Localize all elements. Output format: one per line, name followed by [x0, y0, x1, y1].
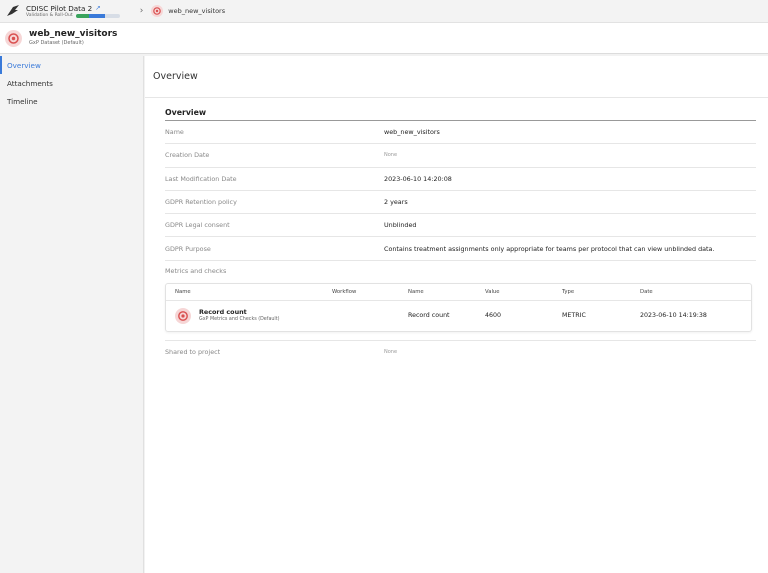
field-value: Unblinded	[384, 221, 417, 230]
field-value: 2 years	[384, 198, 408, 207]
breadcrumb-dataset[interactable]: web_new_visitors	[168, 7, 225, 15]
metric-name-value: Record count	[408, 312, 450, 320]
field-row-retention-policy: GDPR Retention policy 2 years	[165, 191, 756, 215]
field-label: Shared to project	[165, 347, 221, 356]
main-title: Overview	[145, 56, 768, 98]
dataset-icon	[151, 5, 164, 17]
metric-date: 2023-06-10 14:19:38	[640, 312, 707, 320]
project-subtitle: Validation & Roll-Out	[26, 12, 73, 18]
field-row-purpose: GDPR Purpose Contains treatment assignme…	[165, 237, 756, 261]
metric-subtitle: GxP Metrics and Checks (Default)	[199, 317, 280, 323]
sidebar-item-overview[interactable]: Overview	[0, 56, 143, 74]
field-label: Name	[165, 128, 184, 137]
metric-icon	[175, 307, 191, 324]
metrics-table: Name Workflow Name Value Type Date Recor…	[165, 282, 752, 332]
main-content: Overview Overview Name web_new_visitors …	[145, 56, 768, 573]
chevron-right-icon: ›	[139, 6, 144, 16]
column-header-name[interactable]: Name	[166, 289, 332, 295]
field-value: None	[384, 152, 398, 159]
metrics-label: Metrics and checks	[165, 266, 227, 275]
page-subtitle: GxP Dataset (Default)	[29, 40, 84, 46]
dataset-icon	[5, 29, 22, 47]
page-title: web_new_visitors	[29, 29, 118, 39]
app-logo-icon	[7, 5, 19, 16]
section-title: Overview	[165, 104, 756, 121]
column-header-date[interactable]: Date	[640, 289, 751, 295]
table-row[interactable]: Record count GxP Metrics and Checks (Def…	[166, 301, 751, 331]
field-row-shared-to-project: Shared to project None	[165, 339, 756, 363]
field-value: web_new_visitors	[384, 128, 440, 137]
field-row-legal-consent: GDPR Legal consent Unblinded	[165, 214, 756, 238]
column-header-type[interactable]: Type	[562, 289, 640, 295]
field-label: Creation Date	[165, 151, 210, 160]
overview-section: Overview Name web_new_visitors Creation …	[165, 104, 756, 363]
sidebar-item-attachments[interactable]: Attachments	[0, 74, 143, 92]
field-label: GDPR Legal consent	[165, 221, 230, 230]
field-row-creation-date: Creation Date None	[165, 144, 756, 168]
metric-title[interactable]: Record count	[199, 308, 280, 316]
field-row-name: Name web_new_visitors	[165, 121, 756, 145]
field-value: None	[384, 348, 398, 355]
column-header-workflow[interactable]: Workflow	[332, 289, 408, 295]
page-header: web_new_visitors GxP Dataset (Default)	[0, 23, 768, 54]
metric-name-cell: Record count GxP Metrics and Checks (Def…	[166, 307, 408, 324]
column-header-metric-name[interactable]: Name	[408, 289, 485, 295]
field-row-last-modification: Last Modification Date 2023-06-10 14:20:…	[165, 168, 756, 191]
sidebar-item-timeline[interactable]: Timeline	[0, 92, 143, 110]
project-title: CDISC Pilot Data 2	[26, 3, 93, 13]
metric-type: METRIC	[562, 312, 586, 320]
metric-value: 4600	[485, 312, 502, 320]
top-bar: CDISC Pilot Data 2 ↗ Validation & Roll-O…	[0, 0, 768, 23]
field-label: GDPR Retention policy	[165, 198, 237, 207]
metrics-table-header: Name Workflow Name Value Type Date	[166, 284, 751, 301]
sidebar: Overview Attachments Timeline	[0, 56, 144, 573]
field-label: GDPR Purpose	[165, 244, 211, 253]
external-link-icon[interactable]: ↗	[95, 4, 100, 13]
project-progress-bar	[75, 13, 120, 18]
project-switcher[interactable]: CDISC Pilot Data 2 ↗ Validation & Roll-O…	[0, 0, 120, 23]
field-label: Last Modification Date	[165, 174, 237, 183]
column-header-value[interactable]: Value	[485, 289, 562, 295]
field-value: 2023-06-10 14:20:08	[384, 174, 452, 183]
field-value: Contains treatment assignments only appr…	[384, 244, 715, 253]
